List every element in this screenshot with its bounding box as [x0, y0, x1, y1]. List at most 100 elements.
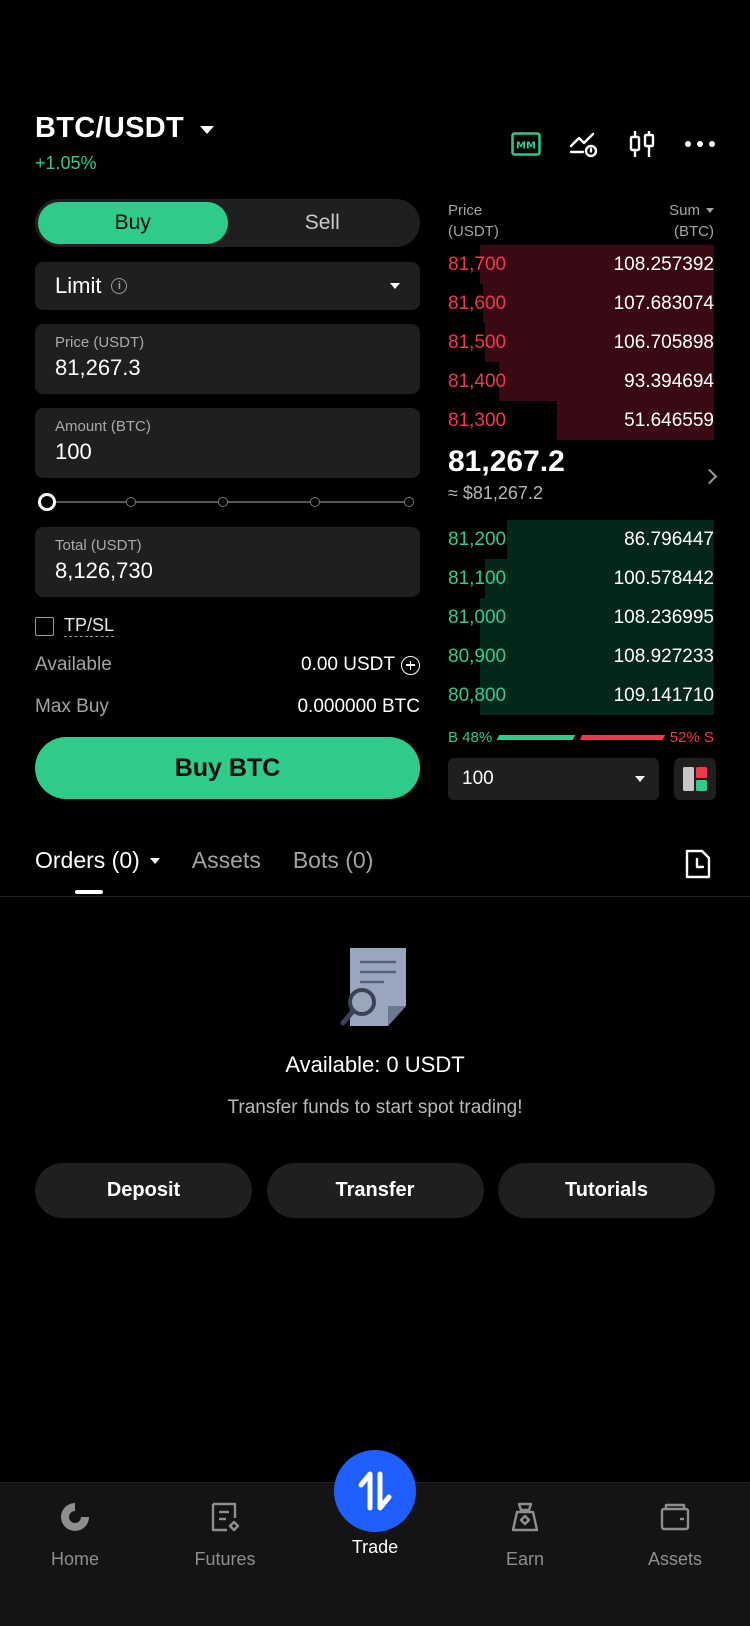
bid-row[interactable]: 81,000 108.236995	[448, 598, 714, 637]
nav-trade[interactable]: Trade	[315, 1537, 435, 1558]
home-icon	[15, 1499, 135, 1535]
amount-field-value[interactable]: 100	[55, 439, 400, 465]
sum-header: Sum	[669, 202, 700, 219]
depth-value: 100	[462, 768, 494, 789]
order-sum: 86.796447	[624, 528, 714, 550]
order-sum: 100.578442	[613, 567, 714, 589]
price-change: +1.05%	[35, 153, 97, 173]
order-sum: 108.257392	[613, 253, 714, 275]
order-sum: 107.683074	[613, 292, 714, 314]
amount-field-label: Amount (BTC)	[55, 418, 151, 435]
amount-slider[interactable]	[38, 493, 416, 511]
trade-button[interactable]	[334, 1450, 416, 1532]
swap-arrows-icon	[358, 1471, 392, 1511]
buy-ratio-bar	[497, 734, 576, 740]
mm-icon[interactable]: MM	[510, 128, 542, 160]
tpsl-checkbox[interactable]: TP/SL	[35, 615, 115, 637]
deposit-button[interactable]: Deposit	[35, 1163, 252, 1218]
order-price: 81,600	[448, 292, 507, 314]
last-price-usd: ≈ $81,267.2	[448, 483, 543, 503]
sum-header-unit: (BTC)	[674, 223, 714, 240]
ask-row[interactable]: 81,500 106.705898	[448, 323, 714, 362]
price-alert-icon[interactable]	[568, 128, 600, 160]
mid-price-block[interactable]: 81,267.2 ≈ $81,267.2	[448, 445, 565, 504]
active-tab-indicator	[75, 890, 103, 894]
more-icon[interactable]	[684, 128, 716, 160]
order-sum: 108.236995	[613, 606, 714, 628]
tab-assets[interactable]: Assets	[192, 847, 261, 874]
ask-row[interactable]: 81,400 93.394694	[448, 362, 714, 401]
nav-home-label: Home	[50, 1549, 99, 1569]
order-history-icon[interactable]	[684, 848, 712, 885]
ask-row[interactable]: 81,300 51.646559	[448, 401, 714, 440]
tpsl-label: TP/SL	[64, 615, 115, 637]
action-buttons: Deposit Transfer Tutorials	[35, 1163, 715, 1218]
order-type-select[interactable]: Limit i	[35, 262, 420, 310]
total-field[interactable]: Total (USDT) 8,126,730	[35, 527, 420, 597]
tutorials-button[interactable]: Tutorials	[498, 1163, 715, 1218]
bid-row[interactable]: 80,900 108.927233	[448, 637, 714, 676]
earn-icon	[465, 1499, 585, 1535]
bid-row[interactable]: 81,200 86.796447	[448, 520, 714, 559]
chevron-down-icon	[149, 857, 160, 864]
max-buy-value: 0.000000 BTC	[297, 696, 420, 717]
slider-step-100[interactable]	[404, 497, 414, 507]
tab-buy[interactable]: Buy	[38, 202, 228, 244]
sell-ratio-label: 52% S	[669, 728, 714, 746]
price-field-label: Price (USDT)	[55, 334, 145, 351]
buy-sell-ratio: B 48% 52% S	[448, 727, 714, 747]
nav-assets-label: Assets	[647, 1549, 703, 1569]
nav-assets[interactable]: Assets	[615, 1499, 735, 1570]
total-field-value[interactable]: 8,126,730	[55, 558, 400, 584]
orderbook-layout-button[interactable]	[674, 758, 716, 800]
info-icon[interactable]: i	[111, 278, 128, 294]
pair-name: BTC/USDT	[35, 112, 184, 144]
amount-field[interactable]: Amount (BTC) 100	[35, 408, 420, 478]
chevron-down-icon	[706, 208, 714, 213]
total-field-label: Total (USDT)	[55, 537, 142, 554]
available-value: 0.00 USDT	[301, 654, 395, 675]
transfer-button[interactable]: Transfer	[266, 1163, 484, 1218]
tab-orders[interactable]: Orders (0)	[35, 847, 160, 874]
price-field-value[interactable]: 81,267.3	[55, 355, 400, 381]
nav-futures[interactable]: Futures	[165, 1499, 285, 1570]
divider	[0, 896, 750, 897]
available-label: Available	[35, 654, 112, 675]
slider-step-75[interactable]	[310, 497, 320, 507]
bid-row[interactable]: 81,100 100.578442	[448, 559, 714, 598]
chevron-down-icon	[390, 283, 400, 289]
order-sum: 109.141710	[613, 684, 714, 706]
empty-document-icon	[340, 946, 410, 1033]
slider-track	[48, 501, 412, 503]
ask-row[interactable]: 81,600 107.683074	[448, 284, 714, 323]
sell-ratio-bar	[579, 734, 665, 740]
depth-select[interactable]: 100	[448, 758, 659, 800]
price-field[interactable]: Price (USDT) 81,267.3	[35, 324, 420, 394]
trading-pair-selector[interactable]: BTC/USDT	[35, 112, 214, 145]
tab-sell[interactable]: Sell	[228, 202, 418, 244]
nav-home[interactable]: Home	[15, 1499, 135, 1570]
checkbox-icon[interactable]	[35, 616, 54, 636]
bid-row[interactable]: 80,800 109.141710	[448, 676, 714, 715]
sum-header-toggle[interactable]: Sum	[669, 200, 714, 221]
tab-orders-label: Orders (0)	[35, 847, 140, 873]
slider-step-25[interactable]	[126, 497, 136, 507]
buy-sell-toggle: Buy Sell	[35, 199, 420, 247]
add-funds-icon[interactable]	[401, 655, 420, 675]
price-header-unit: (USDT)	[448, 223, 499, 240]
slider-knob[interactable]	[38, 493, 56, 511]
top-toolbar: MM	[510, 128, 716, 160]
order-price: 81,100	[448, 567, 507, 589]
candlestick-icon[interactable]	[626, 128, 658, 160]
order-sum: 108.927233	[613, 645, 714, 667]
wallet-icon	[615, 1499, 735, 1535]
nav-earn[interactable]: Earn	[465, 1499, 585, 1570]
transfer-hint: Transfer funds to start spot trading!	[227, 1097, 523, 1118]
buy-btc-button[interactable]: Buy BTC	[35, 737, 420, 799]
available-balance-text: Available: 0 USDT	[285, 1052, 465, 1077]
order-sum: 106.705898	[613, 331, 714, 353]
tab-bots[interactable]: Bots (0)	[293, 847, 374, 874]
ask-row[interactable]: 81,700 108.257392	[448, 245, 714, 284]
slider-step-50[interactable]	[218, 497, 228, 507]
chevron-right-icon[interactable]	[701, 468, 718, 485]
